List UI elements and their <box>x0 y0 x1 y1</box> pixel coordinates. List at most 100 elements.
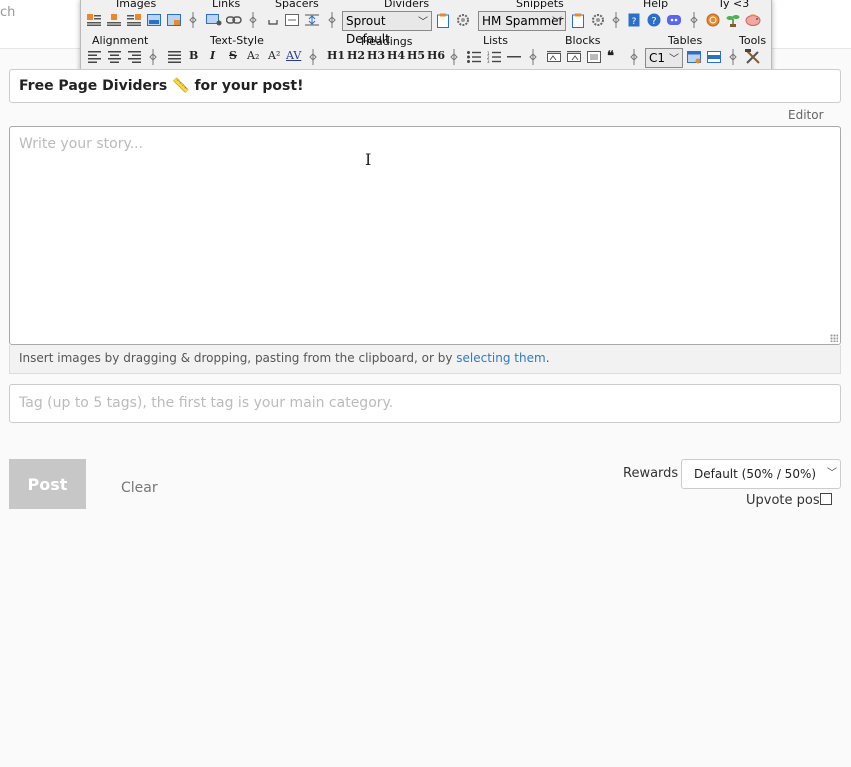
heading-2-button[interactable]: H2 <box>347 49 365 62</box>
link-chain-icon[interactable] <box>225 11 243 29</box>
group-label-headings: Headings <box>361 35 413 48</box>
group-label-blocks: Blocks <box>565 34 601 47</box>
post-title-value: Free Page Dividers 📏 for your post! <box>19 78 304 94</box>
italic-button[interactable]: I <box>210 49 215 62</box>
block-center-icon[interactable] <box>585 48 603 66</box>
tools-hammer-wrench-icon[interactable] <box>744 48 762 66</box>
heading-4-button[interactable]: H4 <box>387 49 405 62</box>
chevron-down-icon: ﹀ <box>669 54 679 65</box>
editor-toolbar: Images Links Spacers Dividers Snippets H… <box>80 0 772 72</box>
letter-spacing-button[interactable]: AV <box>286 49 301 62</box>
align-right-icon[interactable] <box>125 48 143 66</box>
rewards-label: Rewards <box>623 466 679 481</box>
align-center-icon[interactable] <box>105 48 123 66</box>
editor-mode-toggle[interactable]: Editor <box>788 108 824 122</box>
heading-5-button[interactable]: H5 <box>407 49 425 62</box>
resize-grip-icon[interactable] <box>830 334 838 342</box>
svg-text:?: ? <box>651 16 656 27</box>
superscript-button[interactable]: A² <box>268 49 280 62</box>
piggy-bank-icon[interactable] <box>744 11 762 29</box>
tags-placeholder: Tag (up to 5 tags), the first tag is you… <box>19 395 394 411</box>
table-row-icon[interactable] <box>705 48 723 66</box>
coin-icon[interactable] <box>704 11 722 29</box>
align-left-icon[interactable] <box>85 48 103 66</box>
strikethrough-button[interactable]: S <box>229 49 237 62</box>
numbered-list-icon[interactable]: 123 <box>485 48 503 66</box>
group-label-tables: Tables <box>668 34 703 47</box>
chevron-down-icon: ﹀ <box>418 17 428 28</box>
table-columns-value: C1 <box>649 51 666 65</box>
snippet-clipboard-icon[interactable] <box>569 11 587 29</box>
horizontal-rule-icon[interactable] <box>505 48 523 66</box>
discord-icon[interactable] <box>665 11 683 29</box>
group-label-help: Help <box>643 0 669 10</box>
snippet-gear-icon[interactable] <box>589 11 607 29</box>
align-justify-icon[interactable] <box>165 48 183 66</box>
story-placeholder: Write your story... <box>19 136 144 152</box>
story-textarea[interactable]: Write your story... I <box>9 126 841 345</box>
sprout-icon[interactable] <box>724 11 742 29</box>
group-label-images: Images <box>116 0 157 10</box>
image-drop-hint: Insert images by dragging & dropping, pa… <box>9 345 841 374</box>
bullet-list-icon[interactable] <box>465 48 483 66</box>
image-center-icon[interactable] <box>105 11 123 29</box>
group-label-spacers: Spacers <box>275 0 319 10</box>
rewards-select-value: Default (50% / 50%) <box>694 467 817 481</box>
heading-3-button[interactable]: H3 <box>367 49 385 62</box>
spacer-box-icon[interactable] <box>283 11 301 29</box>
toolbar-separator-icon <box>685 11 703 29</box>
chevron-down-icon: ﹀ <box>552 17 562 28</box>
search-text-fragment[interactable]: ch <box>0 5 15 20</box>
tags-input[interactable]: Tag (up to 5 tags), the first tag is you… <box>9 384 841 423</box>
image-caption-icon[interactable] <box>165 11 183 29</box>
svg-text:3: 3 <box>487 59 490 63</box>
post-button-label: Post <box>27 474 68 494</box>
upvote-checkbox[interactable] <box>820 493 832 505</box>
insert-table-icon[interactable] <box>685 48 703 66</box>
select-images-link[interactable]: selecting them <box>456 351 545 365</box>
clipboard-icon[interactable] <box>434 11 452 29</box>
toolbar-separator-icon <box>625 48 643 66</box>
chevron-down-icon: ﹀ <box>827 468 837 479</box>
table-columns-select[interactable]: C1 ﹀ <box>645 48 683 68</box>
upvote-label: Upvote post <box>746 493 825 508</box>
toolbar-separator-icon <box>184 11 202 29</box>
toolbar-separator-icon <box>144 48 162 66</box>
spacer-vertical-icon[interactable] <box>303 11 321 29</box>
drop-hint-text: Insert images by dragging & dropping, pa… <box>19 351 457 365</box>
toolbar-separator-icon <box>323 11 341 29</box>
group-label-lists: Lists <box>483 34 508 47</box>
rewards-select[interactable]: Default (50% / 50%) ﹀ <box>681 459 841 489</box>
post-button[interactable]: Post <box>9 459 86 509</box>
image-link-icon[interactable] <box>205 11 223 29</box>
blockquote-button[interactable]: ❝ <box>607 49 614 64</box>
toolbar-separator-icon <box>304 48 322 66</box>
bold-button[interactable]: B <box>189 49 198 62</box>
toolbar-separator-icon <box>244 11 262 29</box>
post-title-input[interactable]: Free Page Dividers 📏 for your post! <box>9 69 841 103</box>
help-book-icon[interactable]: ? <box>625 11 643 29</box>
subscript-button[interactable]: A₂ <box>247 49 259 62</box>
image-right-icon[interactable] <box>125 11 143 29</box>
toolbar-separator-icon <box>445 48 463 66</box>
image-full-icon[interactable] <box>145 11 163 29</box>
heading-1-button[interactable]: H1 <box>327 49 345 62</box>
settings-gear-icon[interactable] <box>454 11 472 29</box>
heading-6-button[interactable]: H6 <box>427 49 445 62</box>
block-left-icon[interactable] <box>545 48 563 66</box>
help-question-icon[interactable]: ? <box>645 11 663 29</box>
dividers-select[interactable]: Sprout Default ﹀ <box>342 11 432 46</box>
group-label-dividers: Dividers <box>384 0 430 10</box>
group-label-tools: Tools <box>739 34 767 47</box>
block-right-icon[interactable] <box>565 48 583 66</box>
toolbar-separator-icon <box>524 48 542 66</box>
space-icon[interactable] <box>264 11 282 29</box>
clear-button[interactable]: Clear <box>121 480 158 496</box>
group-label-alignment: Alignment <box>92 34 149 47</box>
image-left-icon[interactable] <box>85 11 103 29</box>
group-label-snippets: Snippets <box>516 0 564 10</box>
snippets-select[interactable]: HM Spammer ﹀ <box>478 11 566 31</box>
toolbar-separator-icon <box>607 11 625 29</box>
group-label-ty: Ty <3 <box>718 0 750 10</box>
group-label-text-style: Text-Style <box>210 34 264 47</box>
